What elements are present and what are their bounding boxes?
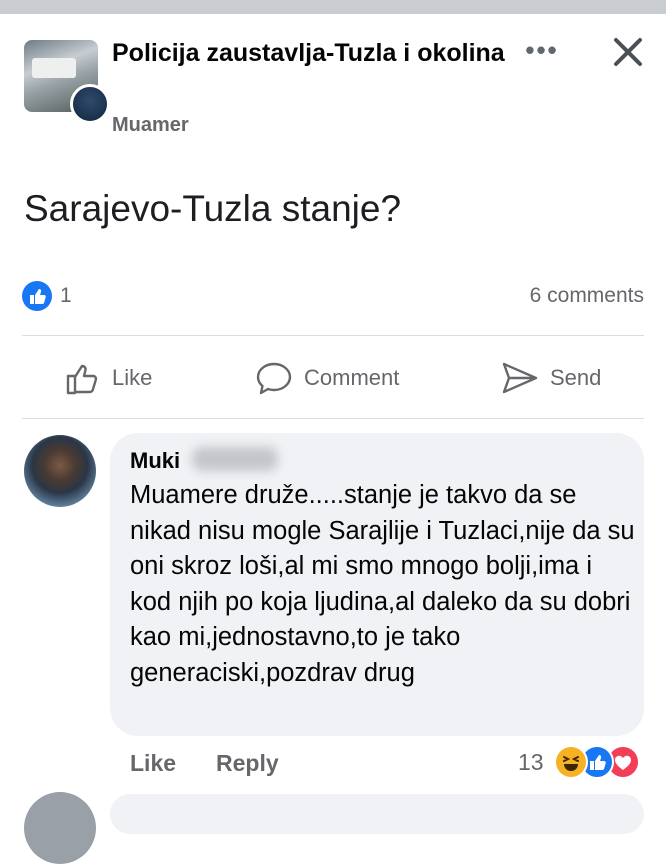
divider [22, 335, 644, 336]
comment-reply-button[interactable]: Reply [216, 750, 279, 777]
send-button[interactable]: Send [500, 354, 601, 402]
close-button[interactable] [606, 30, 650, 74]
send-label: Send [550, 365, 602, 390]
thumbs-up-icon [66, 364, 98, 395]
author-avatar [70, 84, 110, 124]
post-author-name[interactable]: Muamer [112, 114, 189, 137]
next-commenter-avatar[interactable] [24, 792, 96, 864]
redacted-author-surname [204, 116, 354, 134]
reaction-count[interactable]: 1 [60, 284, 72, 308]
comment-button[interactable]: Comment [254, 354, 399, 402]
comment-icon [256, 362, 292, 395]
commenter-avatar[interactable] [24, 435, 96, 507]
comment-text: Muamere druže.....stanje je takvo da se … [130, 481, 635, 687]
top-edge [0, 0, 666, 14]
like-button[interactable]: Like [62, 354, 152, 402]
close-icon [614, 38, 642, 66]
like-reaction-icon[interactable] [22, 281, 52, 311]
post-text: Sarajevo-Tuzla stanje? [24, 188, 402, 229]
redacted-commenter-surname [192, 447, 278, 471]
next-comment-bubble [110, 794, 644, 834]
commenter-name[interactable]: Muki [130, 448, 180, 474]
more-horizontal-icon: ••• [525, 35, 559, 65]
send-icon [502, 362, 538, 394]
more-options-button[interactable]: ••• [522, 36, 562, 64]
group-avatar[interactable] [24, 40, 110, 124]
like-label: Like [112, 365, 153, 390]
comment-label: Comment [304, 365, 400, 390]
group-name[interactable]: Policija zaustavlja-Tuzla i okolina [112, 38, 512, 69]
comments-count[interactable]: 6 comments [530, 284, 644, 308]
haha-icon[interactable] [554, 745, 588, 779]
comment-like-button[interactable]: Like [130, 750, 176, 777]
comment-reaction-count[interactable]: 13 [518, 749, 544, 776]
divider [22, 418, 644, 419]
